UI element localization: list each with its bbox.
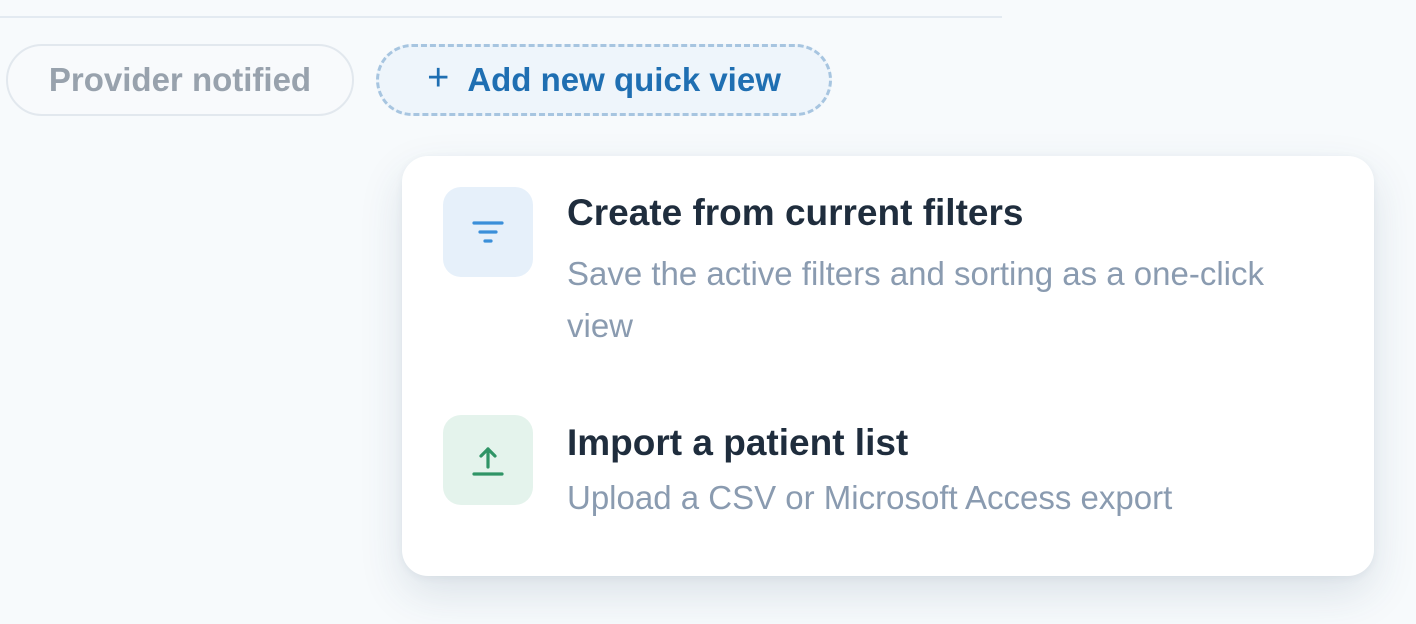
add-quick-view-label: Add new quick view: [467, 61, 781, 98]
menu-item-title: Create from current filters: [567, 192, 1024, 233]
quick-view-chip-provider-notified[interactable]: Provider notified: [6, 44, 354, 116]
filter-icon: [443, 187, 533, 277]
menu-item-title: Import a patient list: [567, 422, 909, 463]
upload-icon: [443, 415, 533, 505]
add-quick-view-button[interactable]: + Add new quick view: [376, 44, 832, 116]
menu-item-description: Save the active filters and sorting as a…: [567, 255, 1265, 344]
quick-view-chip-row: Provider notified + Add new quick view: [0, 0, 1416, 130]
quick-view-chip-label: Provider notified: [48, 61, 312, 98]
plus-icon: +: [427, 57, 450, 99]
add-quick-view-menu: Create from current filters Save the act…: [402, 156, 1374, 576]
menu-item-import-patient-list[interactable]: Import a patient list Upload a CSV or Mi…: [402, 386, 1374, 576]
menu-item-create-from-filters[interactable]: Create from current filters Save the act…: [402, 156, 1374, 370]
menu-item-description: Upload a CSV or Microsoft Access export: [567, 479, 1173, 516]
